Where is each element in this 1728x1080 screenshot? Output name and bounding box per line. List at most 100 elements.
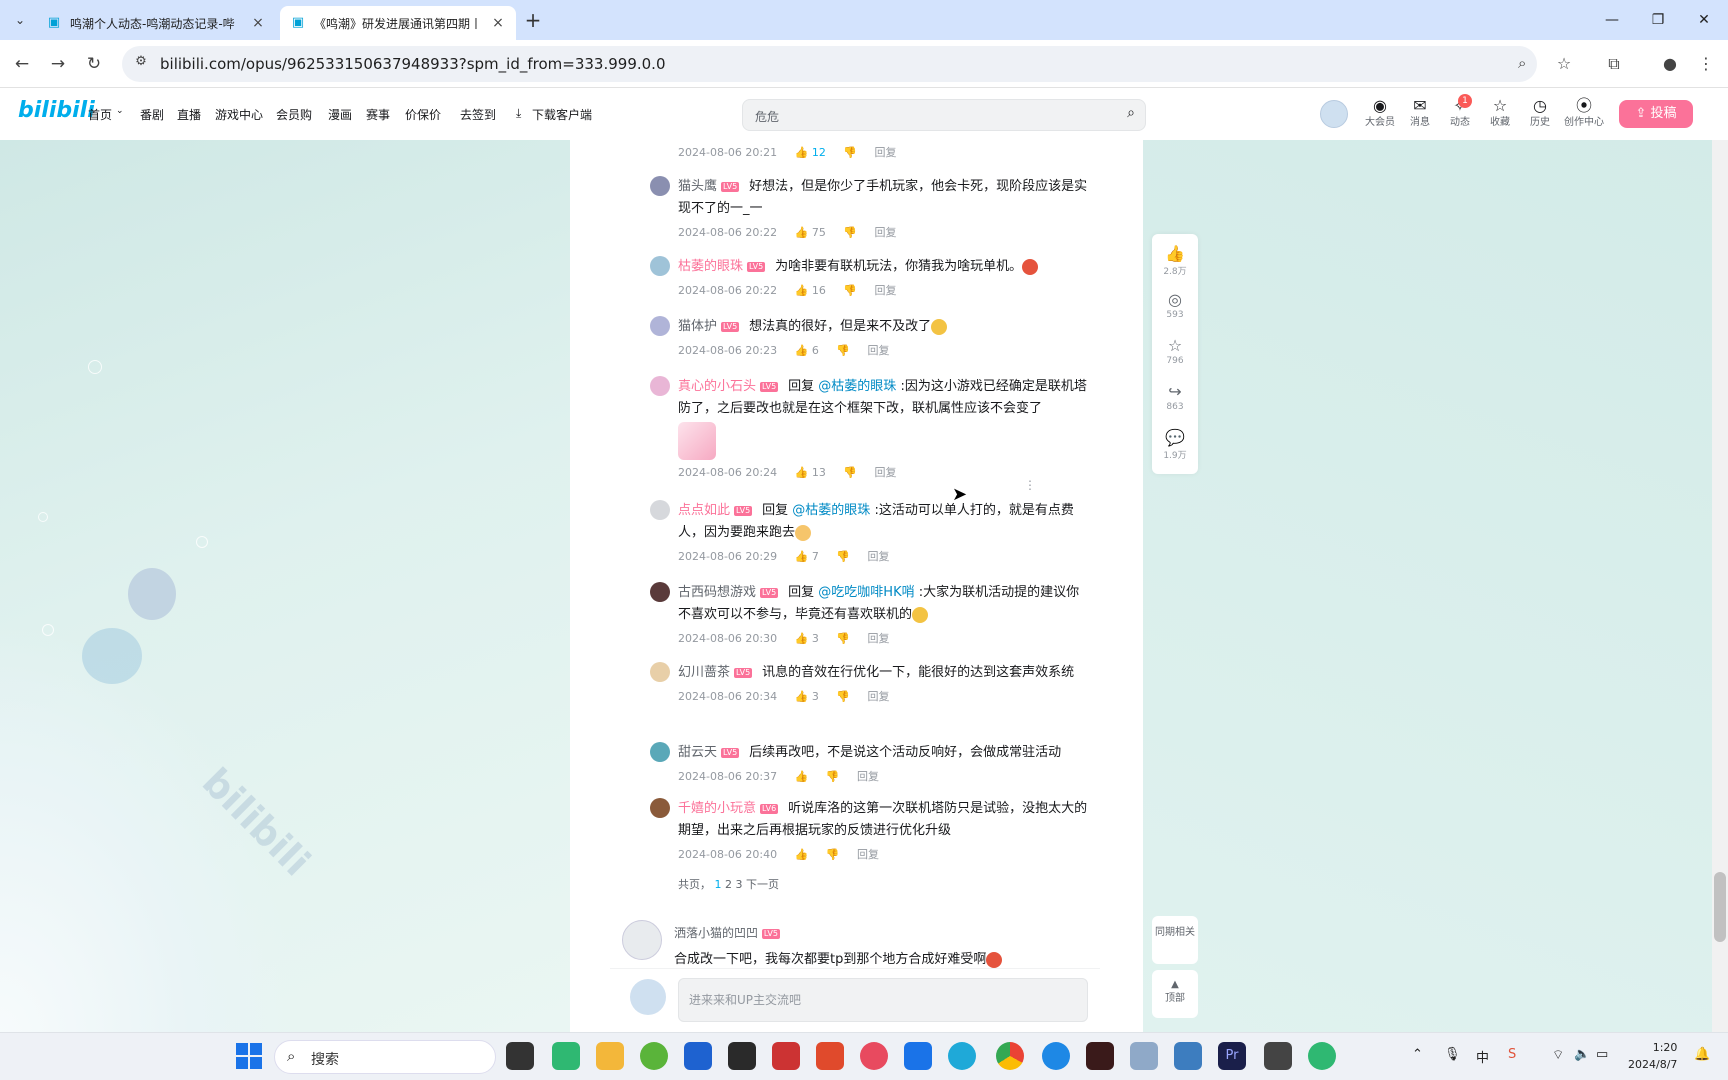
reply-button[interactable]: 回复 bbox=[868, 344, 890, 357]
like-button[interactable]: 👍 3 bbox=[795, 690, 819, 703]
history-entry[interactable]: ◷ 历史 bbox=[1520, 96, 1560, 130]
task-view-icon[interactable] bbox=[506, 1042, 534, 1070]
reply-username[interactable]: 古西码想游戏 bbox=[678, 585, 756, 600]
related-button[interactable]: 同期相关 bbox=[1152, 916, 1198, 964]
nav-mall[interactable]: 会员购 bbox=[276, 106, 312, 123]
app-tray-icon[interactable]: S bbox=[1508, 1047, 1516, 1062]
reply-username[interactable]: 甜云天 bbox=[678, 745, 717, 760]
avatar[interactable] bbox=[650, 662, 670, 682]
messages-entry[interactable]: ✉ 消息 bbox=[1400, 96, 1440, 130]
forward-icon[interactable]: → bbox=[44, 50, 72, 78]
dislike-icon[interactable]: 👎 bbox=[843, 466, 857, 479]
chevron-up-icon[interactable]: ⌃ bbox=[1412, 1047, 1423, 1062]
like-button[interactable]: 👍 75 bbox=[795, 226, 826, 239]
new-tab-button[interactable]: + bbox=[520, 8, 546, 34]
nav-download-client[interactable]: 下载客户端 bbox=[532, 106, 592, 123]
netease-music-icon[interactable] bbox=[860, 1042, 888, 1070]
app-icon[interactable] bbox=[1042, 1042, 1070, 1070]
reply-button[interactable]: 回复 bbox=[875, 466, 897, 479]
zoom-icon[interactable]: ⌕ bbox=[1518, 54, 1526, 72]
app-icon[interactable] bbox=[816, 1042, 844, 1070]
avatar[interactable] bbox=[650, 256, 670, 276]
reload-icon[interactable]: ↻ bbox=[80, 50, 108, 78]
dislike-icon[interactable]: 👎 bbox=[843, 226, 857, 239]
dislike-icon[interactable]: 👎 bbox=[843, 146, 857, 159]
dislike-icon[interactable]: 👎 bbox=[836, 632, 850, 645]
tab-1-close-icon[interactable]: × bbox=[250, 15, 266, 31]
app-icon[interactable] bbox=[552, 1042, 580, 1070]
app-icon[interactable] bbox=[728, 1042, 756, 1070]
reply-button[interactable]: 回复 bbox=[868, 632, 890, 645]
reply-button[interactable]: 回复 bbox=[875, 146, 897, 159]
mention-link[interactable]: @枯萎的眼珠 bbox=[818, 379, 896, 394]
tab-search-menu-button[interactable]: ⌄ bbox=[8, 8, 32, 32]
battery-icon[interactable]: ▭ bbox=[1596, 1047, 1608, 1062]
reply-button[interactable]: 回复 bbox=[875, 284, 897, 297]
like-button[interactable]: 👍 16 bbox=[795, 284, 826, 297]
premiere-pro-icon[interactable]: Pr bbox=[1218, 1042, 1246, 1070]
system-clock[interactable]: 1:20 2024/8/7 bbox=[1628, 1039, 1677, 1073]
volume-icon[interactable]: 🔈 bbox=[1574, 1047, 1590, 1062]
share-action[interactable]: ↪ 863 bbox=[1152, 382, 1198, 412]
scrollbar-thumb[interactable] bbox=[1714, 872, 1726, 942]
avatar[interactable] bbox=[650, 176, 670, 196]
creator-center-entry[interactable]: ⦿ 创作中心 bbox=[1562, 96, 1606, 130]
nav-anime[interactable]: 番剧 bbox=[140, 106, 164, 123]
app-icon[interactable] bbox=[684, 1042, 712, 1070]
mention-link[interactable]: @吃吃咖啡HK哨 bbox=[818, 585, 914, 600]
reply-input[interactable]: 进来来和UP主交流吧 bbox=[678, 978, 1088, 1022]
reply-button[interactable]: 回复 bbox=[868, 690, 890, 703]
like-action[interactable]: 👍 2.8万 bbox=[1152, 244, 1198, 277]
reply-username[interactable]: 千嬉的小玩意 bbox=[678, 801, 756, 816]
avatar[interactable] bbox=[650, 500, 670, 520]
back-icon[interactable]: ← bbox=[8, 50, 36, 78]
tab-2-close-icon[interactable]: × bbox=[490, 15, 506, 31]
avatar[interactable] bbox=[650, 582, 670, 602]
like-button[interactable]: 👍 bbox=[795, 770, 812, 783]
avatar[interactable] bbox=[650, 316, 670, 336]
dislike-icon[interactable]: 👎 bbox=[826, 848, 840, 861]
tab-2-active[interactable]: ▣ 《鸣潮》研发进展通讯第四期丨 × bbox=[280, 6, 516, 40]
like-button[interactable]: 👍 6 bbox=[795, 344, 819, 357]
app-icon[interactable] bbox=[640, 1042, 668, 1070]
reply-username[interactable]: 幻川蔷茶 bbox=[678, 665, 730, 680]
restore-button[interactable]: ❐ bbox=[1636, 6, 1680, 34]
menu-kebab-icon[interactable]: ⋮ bbox=[1692, 50, 1720, 78]
reply-button[interactable]: 回复 bbox=[868, 550, 890, 563]
user-avatar[interactable] bbox=[1320, 100, 1348, 128]
page-3[interactable]: 3 bbox=[736, 878, 743, 891]
avatar[interactable] bbox=[622, 920, 662, 960]
upload-button[interactable]: ⇪ 投稿 bbox=[1619, 100, 1693, 128]
nav-home[interactable]: 首页 bbox=[88, 106, 112, 123]
address-bar[interactable]: ⚙ bilibili.com/opus/962533150637948933?s… bbox=[122, 46, 1537, 82]
reply-username[interactable]: 猫体护 bbox=[678, 319, 717, 334]
notification-bell-icon[interactable]: 🔔 bbox=[1694, 1047, 1710, 1062]
coin-action[interactable]: ◎ 593 bbox=[1152, 290, 1198, 320]
nav-live[interactable]: 直播 bbox=[177, 106, 201, 123]
bookmark-star-icon[interactable]: ☆ bbox=[1550, 50, 1578, 78]
search-icon[interactable]: ⌕ bbox=[1127, 105, 1135, 121]
reply-button[interactable]: 回复 bbox=[875, 226, 897, 239]
comment-action[interactable]: 💬 1.9万 bbox=[1152, 428, 1198, 461]
app-icon[interactable] bbox=[904, 1042, 932, 1070]
dislike-icon[interactable]: 👎 bbox=[836, 550, 850, 563]
reply-username[interactable]: 真心的小石头 bbox=[678, 379, 756, 394]
back-to-top-button[interactable]: ▲ 顶部 bbox=[1152, 970, 1198, 1018]
windows-start-icon[interactable] bbox=[236, 1043, 262, 1069]
reply-username[interactable]: 点点如此 bbox=[678, 503, 730, 518]
microphone-icon[interactable]: 🎙 bbox=[1444, 1047, 1461, 1062]
nav-manga[interactable]: 漫画 bbox=[328, 106, 352, 123]
bilibili-logo[interactable]: bilibili bbox=[18, 98, 95, 123]
profile-icon[interactable]: ● bbox=[1656, 50, 1684, 78]
next-page-link[interactable]: 下一页 bbox=[746, 878, 779, 891]
favorite-action[interactable]: ☆ 796 bbox=[1152, 336, 1198, 366]
close-window-button[interactable]: ✕ bbox=[1682, 6, 1726, 34]
more-options-icon[interactable]: ⋮ bbox=[1024, 478, 1036, 492]
favorites-entry[interactable]: ☆ 收藏 bbox=[1480, 96, 1520, 130]
taskbar-search[interactable]: ⌕ 搜索 bbox=[274, 1040, 496, 1074]
like-button[interactable]: 👍 13 bbox=[795, 466, 826, 479]
tab-1[interactable]: ▣ 鸣潮个人动态-鸣潮动态记录-哔 × bbox=[36, 6, 276, 40]
nav-price[interactable]: 价保价 bbox=[405, 106, 441, 123]
extensions-icon[interactable]: ⧉ bbox=[1600, 50, 1628, 78]
reply-username[interactable]: 枯萎的眼珠 bbox=[678, 259, 743, 274]
